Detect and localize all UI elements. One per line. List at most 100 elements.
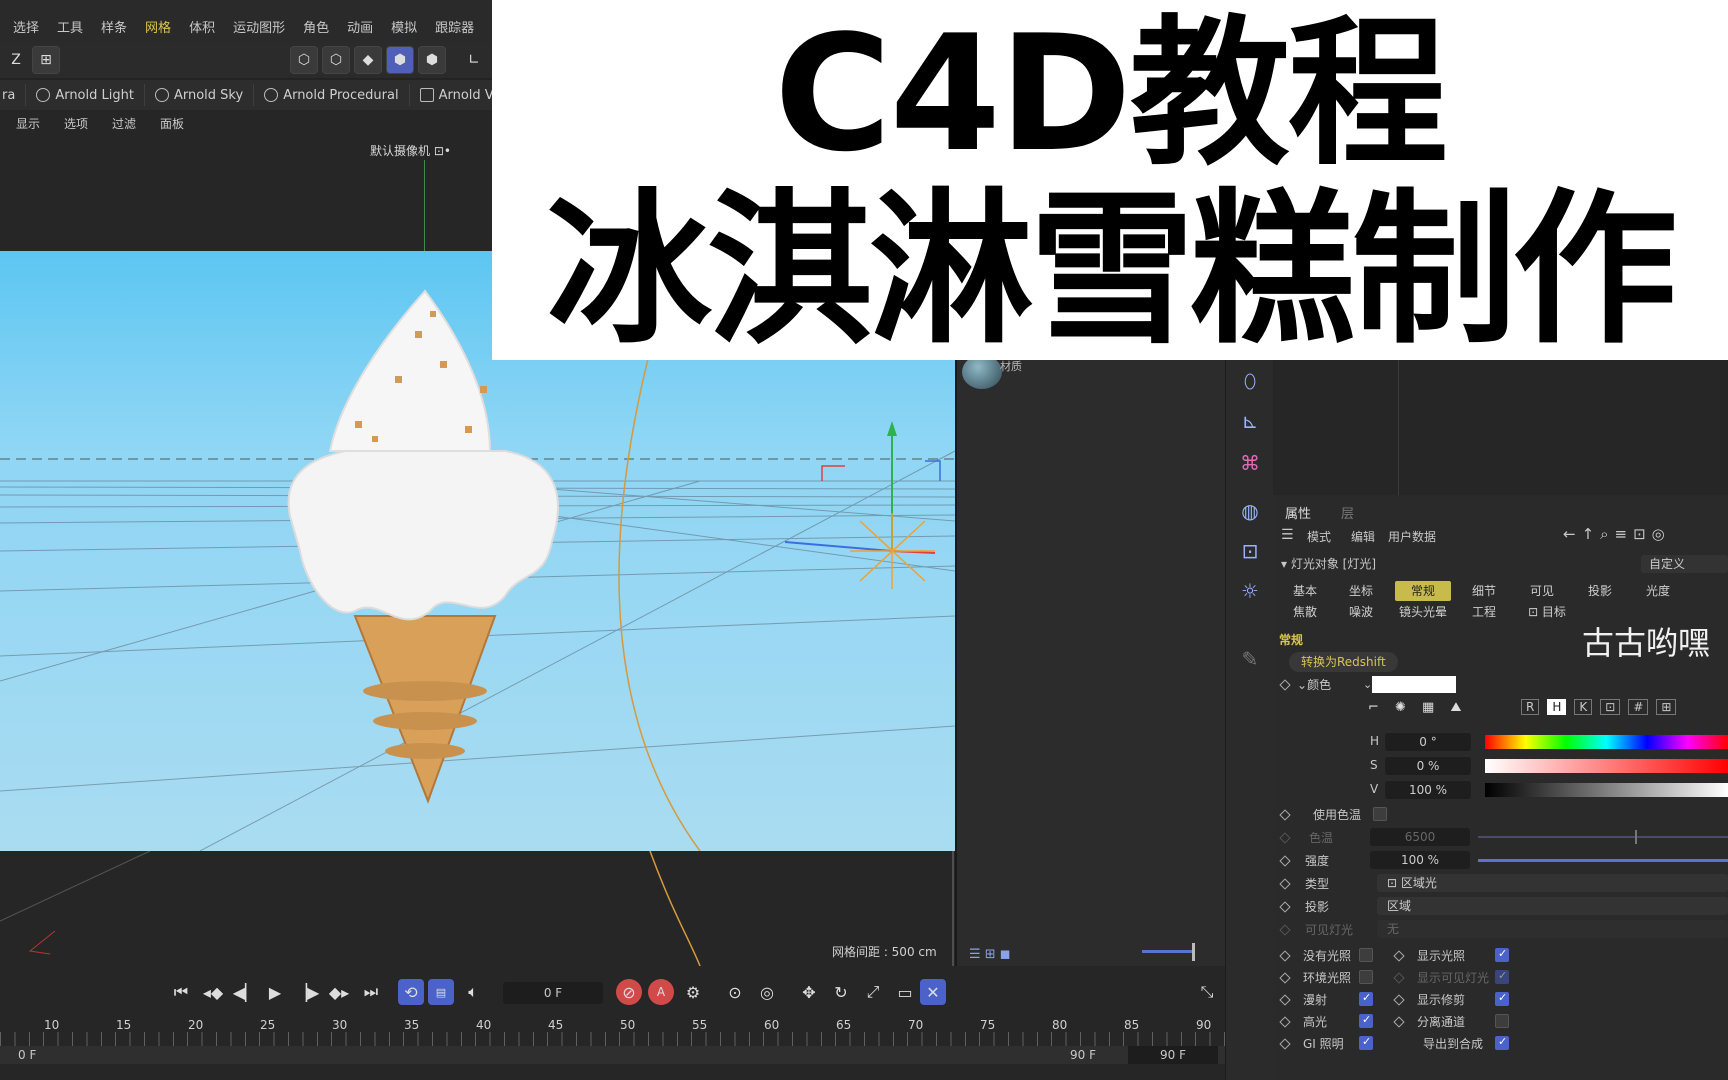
keyframe-icon[interactable] [1279,994,1291,1006]
menu-character[interactable]: 角色 [294,17,338,36]
pla-key-icon[interactable]: ✕ [920,979,946,1005]
color-mode-h[interactable]: H [1547,699,1567,715]
viewport-menu-panel[interactable]: 面板 [148,115,196,132]
no-light-checkbox[interactable] [1359,948,1373,962]
expand-icon[interactable]: ⌄ [1297,678,1307,692]
menu-simulate[interactable]: 模拟 [382,17,426,36]
range-end[interactable]: 90 F [1070,1048,1096,1062]
keyframe-icon[interactable] [1279,950,1291,962]
menu-volume[interactable]: 体积 [180,17,224,36]
record-icon[interactable]: ⊘ [616,979,642,1005]
s-field[interactable]: 0 % [1385,757,1471,775]
tab-visibility[interactable]: 可见 [1519,581,1565,601]
keyframe-icon[interactable] [1279,809,1291,821]
tab-target[interactable]: ⊡ 目标 [1519,602,1575,622]
keyframe-icon[interactable] [1279,832,1291,844]
tab-general[interactable]: 常规 [1395,581,1451,601]
show-light-checkbox[interactable] [1495,947,1509,962]
color-mode-hex[interactable]: # [1628,699,1649,715]
menu-tracker[interactable]: 跟踪器 [426,17,483,36]
key-mode-icon[interactable]: ▤ [428,979,454,1005]
color-mode-r[interactable]: R [1521,699,1540,715]
autokey-icon[interactable]: A [648,979,674,1005]
rotate-key-icon[interactable]: ↻ [828,979,854,1005]
export-checkbox[interactable] [1495,1035,1509,1050]
separate-pass-checkbox[interactable] [1495,1014,1509,1028]
tab-coord[interactable]: 坐标 [1339,581,1383,601]
keyframe-icon[interactable] [1279,878,1291,890]
viewport-menu-display[interactable]: 显示 [4,115,52,132]
range-start[interactable]: 0 F [18,1048,36,1062]
current-frame-field[interactable]: 0 F [503,982,603,1004]
points-mode-icon[interactable]: ⬡ [290,46,318,74]
temp-slider[interactable] [1478,836,1728,838]
texture-mode-icon[interactable]: ⬢ [418,46,446,74]
menu-mesh[interactable]: 网格 [136,17,180,36]
scale-key-icon[interactable]: ⤢ [860,979,886,1005]
viewport-menu-filter[interactable]: 过滤 [100,115,148,132]
menu-mograph[interactable]: 运动图形 [224,17,294,36]
axis-tool-icon[interactable]: ⊾ [1234,405,1266,437]
model-mode-icon[interactable]: ⬢ [386,46,414,74]
show-visible-checkbox[interactable] [1495,969,1509,984]
zoom-slider[interactable] [1142,950,1192,953]
light-tool-icon[interactable]: ☼ [1234,575,1266,607]
tab-caustics[interactable]: 焦散 [1283,602,1327,622]
tab-shadow[interactable]: 投影 [1577,581,1623,601]
show-clip-checkbox[interactable] [1495,991,1509,1006]
tab-noise[interactable]: 噪波 [1339,602,1383,622]
color-swatch[interactable] [1372,676,1456,693]
next-key-icon[interactable]: ◆▸ [326,979,352,1005]
range-bar[interactable] [0,1046,1225,1064]
keyframe-icon[interactable] [1279,1016,1291,1028]
tab-project[interactable]: 工程 [1461,602,1507,622]
v-field[interactable]: 100 % [1385,781,1471,799]
keyframe-icon[interactable] [1279,855,1291,867]
intensity-field[interactable]: 100 % [1370,851,1470,869]
move-key-icon[interactable]: ✥ [796,979,822,1005]
keyframe-icon[interactable] [1279,901,1291,913]
view-mode-icons[interactable]: ☰ ⊞ ◼ [969,947,1029,963]
go-end-icon[interactable]: ⏭ [358,979,384,1005]
nav-arrows-icon[interactable]: ←↑⌕≡⊡◎ [1563,525,1671,543]
arnold-camera-button[interactable]: ra [0,84,27,106]
timeline-corner-icon[interactable]: ⤡ [1194,979,1220,1005]
keyframe-icon[interactable] [1279,679,1291,691]
menu-spline[interactable]: 样条 [92,17,136,36]
keyframe-icon[interactable] [1393,972,1405,984]
key-settings-icon[interactable]: ⚙ [680,979,706,1005]
value-slider[interactable] [1485,783,1728,797]
hue-slider[interactable] [1485,735,1728,749]
arnold-procedural-button[interactable]: Arnold Procedural [254,84,410,106]
next-frame-icon[interactable]: ▕▶ [294,979,320,1005]
sound-icon[interactable]: 🔈︎ [460,979,486,1005]
shadow-dropdown[interactable]: 区域 [1377,897,1728,915]
keyframe-icon[interactable] [1393,950,1405,962]
preset-dropdown[interactable]: 自定义 [1641,555,1728,573]
specular-checkbox[interactable] [1359,1013,1373,1028]
tab-attributes[interactable]: 属性 [1285,503,1311,522]
polygons-mode-icon[interactable]: ◆ [354,46,382,74]
motion-icon[interactable]: ⊙ [722,979,748,1005]
attr-menu-mode[interactable]: 模式 [1307,528,1331,545]
ambient-checkbox[interactable] [1359,970,1373,984]
prev-frame-icon[interactable]: ◀▏ [232,979,258,1005]
type-dropdown[interactable]: ⊡ 区域光 [1377,874,1728,892]
keyframe-icon[interactable] [1279,1038,1291,1050]
use-temp-checkbox[interactable] [1373,807,1387,821]
gi-checkbox[interactable] [1359,1035,1373,1050]
axis-icon[interactable]: ∟ [460,46,488,74]
tag-icon[interactable]: ⬯ [1234,365,1266,397]
keyframe-icon[interactable] [1279,924,1291,936]
tab-details[interactable]: 细节 [1461,581,1507,601]
loop-icon[interactable]: ⟲ [398,979,424,1005]
menu-select[interactable]: 选择 [4,17,48,36]
attr-menu-edit[interactable]: 编辑 [1351,528,1375,545]
mograph-icon[interactable]: ⌘ [1234,447,1266,479]
intensity-slider[interactable] [1478,859,1728,862]
attr-menu-userdata[interactable]: 用户数据 [1388,528,1436,545]
viewport-menu-options[interactable]: 选项 [52,115,100,132]
z-axis-button[interactable]: Z [2,46,30,74]
motion-2-icon[interactable]: ◎ [754,979,780,1005]
play-icon[interactable]: ▶ [262,979,288,1005]
